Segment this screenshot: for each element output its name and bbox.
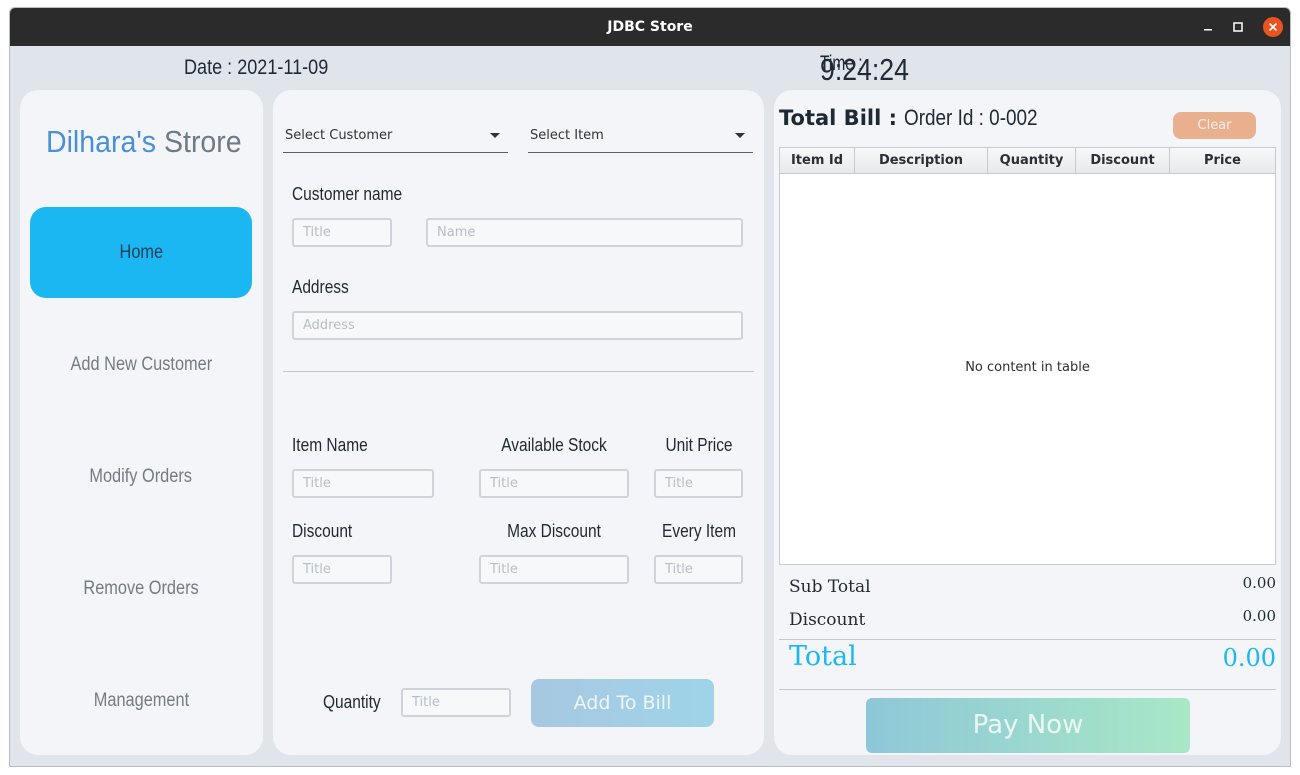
pay-now-button[interactable]: Pay Now	[866, 698, 1190, 753]
chevron-down-icon	[735, 133, 745, 138]
sub-total-value: 0.00	[1242, 574, 1276, 592]
select-item-dropdown[interactable]: Select Item	[528, 126, 753, 153]
select-customer-text: Select Customer	[285, 128, 393, 143]
time-display: Time : 9:24:24	[820, 52, 909, 88]
table-header: Item Id Description Quantity Discount Pr…	[780, 148, 1275, 174]
store-brand: Dilhara's Strore	[46, 124, 242, 160]
nav-add-new-customer-label: Add New Customer	[70, 354, 212, 375]
max-discount-field[interactable]: Title	[479, 555, 629, 584]
title-bar: JDBC Store	[10, 8, 1290, 46]
column-header-discount[interactable]: Discount	[1076, 148, 1170, 174]
total-divider	[779, 689, 1276, 690]
customer-title-field[interactable]: Title	[292, 218, 392, 247]
item-name-label: Item Name	[292, 435, 368, 455]
nav-home[interactable]: Home	[30, 207, 252, 298]
column-header-item-id[interactable]: Item Id	[780, 148, 855, 174]
nav-modify-orders[interactable]: Modify Orders	[30, 431, 252, 522]
maximize-icon[interactable]	[1229, 18, 1247, 36]
chevron-down-icon	[490, 133, 500, 138]
order-form-panel: Select Customer Select Item Customer nam…	[273, 90, 764, 755]
add-to-bill-button[interactable]: Add To Bill	[531, 679, 714, 727]
column-header-quantity[interactable]: Quantity	[988, 148, 1076, 174]
bill-table[interactable]: Item Id Description Quantity Discount Pr…	[779, 147, 1276, 565]
discount-label: Discount	[292, 521, 353, 541]
quantity-field[interactable]: Title	[401, 688, 511, 717]
unit-price-label: Unit Price	[665, 435, 733, 455]
available-stock-field[interactable]: Title	[479, 469, 629, 498]
total-value: 0.00	[1222, 644, 1276, 672]
nav-remove-orders[interactable]: Remove Orders	[30, 543, 252, 634]
form-divider	[283, 371, 754, 372]
bill-panel: Total Bill : Order Id : 0-002 Clear Item…	[774, 90, 1281, 755]
discount-total-value: 0.00	[1242, 607, 1276, 625]
nav-management[interactable]: Management	[30, 655, 252, 746]
column-header-price[interactable]: Price	[1170, 148, 1275, 174]
address-field[interactable]: Address	[292, 311, 743, 340]
customer-name-label: Customer name	[292, 184, 403, 204]
customer-name-field[interactable]: Name	[426, 218, 743, 247]
available-stock-label: Available Stock	[501, 435, 607, 455]
date-display: Date : 2021-11-09	[184, 56, 329, 79]
table-placeholder: No content in table	[965, 360, 1090, 375]
select-item-text: Select Item	[530, 128, 604, 143]
order-id-label: Order Id : 0-002	[904, 105, 1038, 130]
window-title: JDBC Store	[607, 19, 693, 35]
item-name-field[interactable]: Title	[292, 469, 434, 498]
brand-name-part1: Dilhara's	[46, 124, 157, 159]
app-window: JDBC Store Date : 2021-11-09 Time : 9:24…	[9, 7, 1291, 767]
discount-field[interactable]: Title	[292, 555, 392, 584]
summary-divider	[779, 639, 1276, 640]
total-bill-title: Total Bill :	[779, 106, 905, 130]
column-header-description[interactable]: Description	[855, 148, 988, 174]
max-discount-label: Max Discount	[507, 521, 601, 541]
address-label: Address	[292, 277, 349, 297]
clear-button[interactable]: Clear	[1173, 112, 1256, 139]
minimize-icon[interactable]	[1199, 18, 1217, 36]
brand-name-part2: Strore	[156, 124, 242, 159]
quantity-label: Quantity	[323, 692, 381, 712]
select-customer-dropdown[interactable]: Select Customer	[283, 126, 508, 153]
every-item-field[interactable]: Title	[654, 555, 743, 584]
nav-add-new-customer[interactable]: Add New Customer	[30, 319, 252, 410]
total-label: Total	[789, 641, 857, 672]
nav-home-label: Home	[119, 242, 163, 263]
nav-remove-orders-label: Remove Orders	[83, 578, 199, 599]
bill-heading: Total Bill : Order Id : 0-002	[779, 105, 1060, 131]
unit-price-field[interactable]: Title	[654, 469, 743, 498]
discount-total-label: Discount	[789, 610, 866, 630]
every-item-label: Every Item	[662, 521, 736, 541]
nav-modify-orders-label: Modify Orders	[89, 466, 193, 487]
close-icon[interactable]	[1263, 17, 1283, 37]
nav-management-label: Management	[93, 690, 189, 711]
sub-total-label: Sub Total	[789, 577, 871, 597]
time-label: Time :	[820, 52, 863, 75]
sidebar: Dilhara's Strore Home Add New Customer M…	[20, 90, 263, 755]
